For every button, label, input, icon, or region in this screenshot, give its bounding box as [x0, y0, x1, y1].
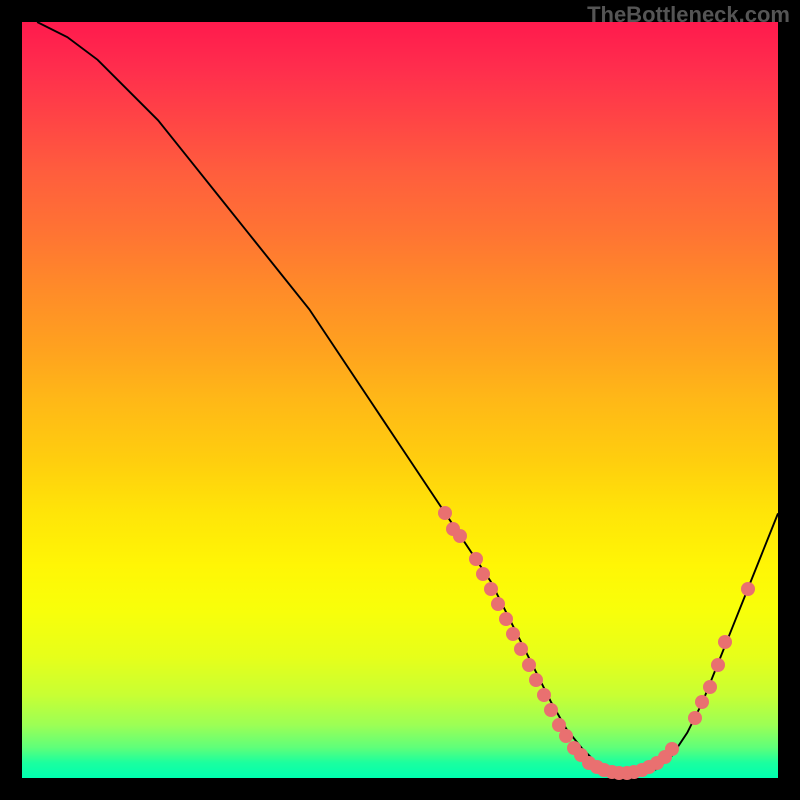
- data-point: [665, 742, 679, 756]
- data-point: [529, 673, 543, 687]
- data-point: [703, 680, 717, 694]
- data-point: [688, 711, 702, 725]
- data-point: [453, 529, 467, 543]
- data-point: [506, 627, 520, 641]
- data-point: [438, 506, 452, 520]
- chart-points: [22, 22, 778, 778]
- data-point: [469, 552, 483, 566]
- data-point: [544, 703, 558, 717]
- data-point: [491, 597, 505, 611]
- data-point: [711, 658, 725, 672]
- data-point: [695, 695, 709, 709]
- watermark-text: TheBottleneck.com: [587, 2, 790, 28]
- data-point: [718, 635, 732, 649]
- data-point: [514, 642, 528, 656]
- data-point: [476, 567, 490, 581]
- data-point: [741, 582, 755, 596]
- data-point: [484, 582, 498, 596]
- data-point: [537, 688, 551, 702]
- data-point: [522, 658, 536, 672]
- data-point: [499, 612, 513, 626]
